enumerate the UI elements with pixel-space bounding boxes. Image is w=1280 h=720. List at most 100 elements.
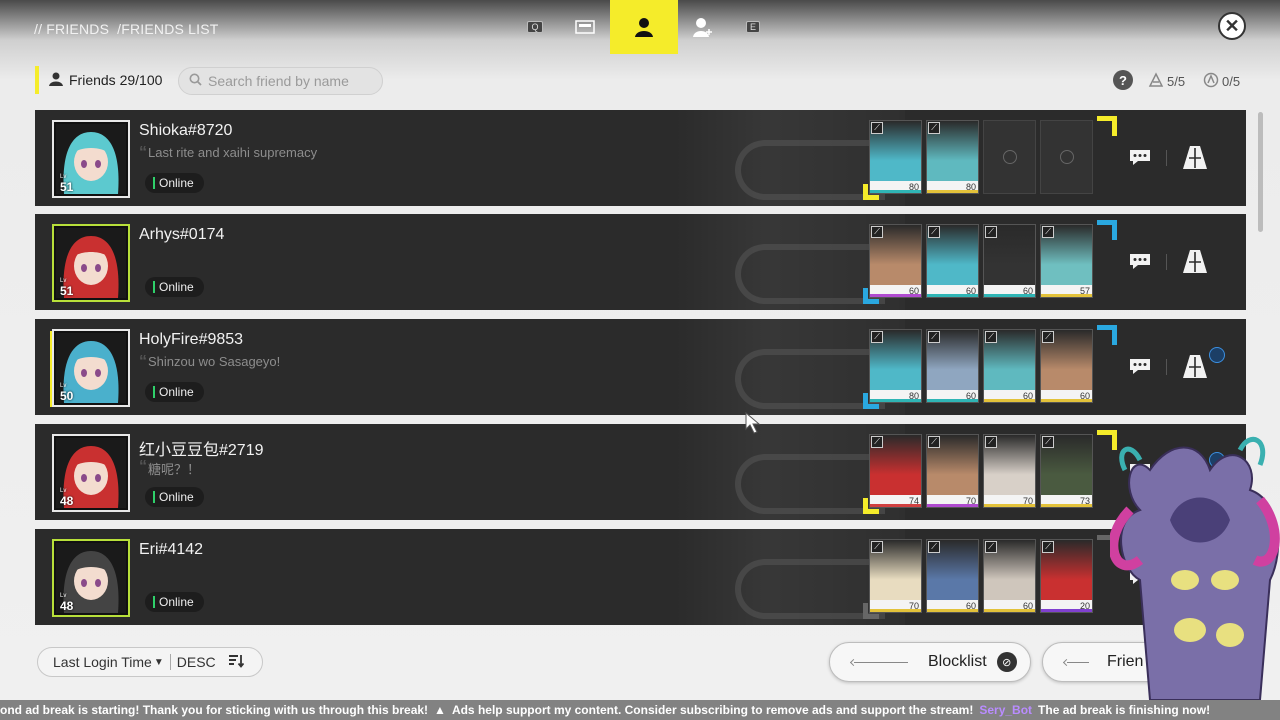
close-button[interactable]: ✕: [1218, 12, 1246, 40]
search-field[interactable]: [178, 67, 383, 95]
support-unit[interactable]: ⟋ 80: [869, 329, 922, 403]
level-badge: Lv 48: [60, 488, 74, 508]
clue-stat: 0/5: [1203, 72, 1240, 91]
corner-accent: [863, 184, 879, 200]
visit-base-icon[interactable]: [1181, 248, 1209, 274]
tab-add-friend[interactable]: [678, 0, 728, 54]
arrow-left-icon: [1067, 661, 1089, 663]
breadcrumb-friends[interactable]: // FRIENDS: [34, 21, 109, 37]
stream-ticker: ond ad break is starting! Thank you for …: [0, 700, 1280, 720]
avatar[interactable]: Lv 48: [52, 434, 130, 512]
friend-row[interactable]: Lv 48 红小豆豆包#2719 “糖呢？！ Online ⟋ 74 ⟋ 70 ⟋ 70 ⟋ 73: [35, 424, 1246, 520]
action-divider: [1166, 254, 1167, 270]
empty-slot-icon: [1059, 150, 1074, 164]
quote-icon: “: [139, 144, 147, 161]
support-unit[interactable]: ⟋ 60: [983, 539, 1036, 613]
blocklist-button[interactable]: Blocklist ⊘: [829, 642, 1031, 682]
add-friend-icon: [693, 18, 712, 37]
support-unit[interactable]: ⟋ 20: [1040, 539, 1093, 613]
tab-prev-key[interactable]: Q: [510, 0, 560, 54]
support-unit[interactable]: ⟋ 60: [926, 329, 979, 403]
level-badge: Lv 50: [60, 383, 74, 403]
class-icon: ⟋: [928, 122, 940, 134]
support-unit[interactable]: ⟋ 60: [1040, 329, 1093, 403]
level-value: 48: [60, 599, 74, 613]
chat-icon[interactable]: [1128, 148, 1152, 166]
tab-card[interactable]: [560, 0, 610, 54]
avatar[interactable]: Lv 48: [52, 539, 130, 617]
chat-icon[interactable]: [1128, 252, 1152, 270]
sort-order[interactable]: DESC: [177, 654, 216, 670]
support-units: ⟋ 70 ⟋ 60 ⟋ 60 ⟋ 20: [869, 539, 1097, 613]
empty-slot-icon: [1002, 150, 1017, 164]
support-unit[interactable]: ⟋ 70: [926, 434, 979, 508]
support-unit[interactable]: ⟋ 60: [869, 224, 922, 298]
support-units: ⟋ 80 ⟋ 80: [869, 120, 1097, 194]
avatar[interactable]: Lv 50: [52, 329, 130, 407]
unit-level: 80: [965, 182, 976, 192]
scrollbar[interactable]: [1258, 112, 1263, 232]
ticker-text-b: Ads help support my content. Consider su…: [451, 703, 974, 717]
class-icon: ⟋: [1042, 541, 1054, 553]
corner-accent: [1097, 116, 1117, 136]
class-icon: ⟋: [871, 122, 883, 134]
action-divider: [1166, 150, 1167, 166]
status-badge: Online: [145, 592, 204, 612]
sort-field[interactable]: Last Login Time: [53, 654, 152, 670]
unit-level: 73: [1079, 496, 1090, 506]
q-key-icon: Q: [527, 21, 543, 33]
support-unit[interactable]: ⟋ 70: [869, 539, 922, 613]
friend-row[interactable]: Lv 48 Eri#4142 Online ⟋ 70 ⟋ 60 ⟋ 60 ⟋ 20: [35, 529, 1246, 625]
status-badge: Online: [145, 382, 204, 402]
support-unit[interactable]: ⟋ 60: [926, 224, 979, 298]
friend-row[interactable]: Lv 51 Shioka#8720 “Last rite and xaihi supr…: [35, 110, 1246, 206]
friend-row[interactable]: Lv 50 HolyFire#9853 “Shinzou wo Sasageyo! On…: [35, 319, 1246, 415]
support-unit[interactable]: ⟋ 60: [983, 329, 1036, 403]
support-unit[interactable]: ⟋ 70: [983, 434, 1036, 508]
sort-control[interactable]: Last Login Time ▼ DESC: [37, 647, 263, 677]
avatar[interactable]: Lv 51: [52, 224, 130, 302]
friends-count-label: Friends 29/100: [69, 72, 163, 88]
support-unit[interactable]: ⟋ 80: [926, 120, 979, 194]
status-badge: Online: [145, 173, 204, 193]
class-icon: ⟋: [928, 226, 940, 238]
status-label: Online: [159, 280, 194, 294]
sort-order-icon[interactable]: [228, 654, 244, 671]
help-button[interactable]: ?: [1113, 70, 1133, 90]
support-unit[interactable]: ⟋ 60: [983, 224, 1036, 298]
visit-base-icon[interactable]: [1181, 353, 1209, 379]
support-unit[interactable]: ⟋ 80: [869, 120, 922, 194]
unit-level: 60: [965, 391, 976, 401]
support-unit[interactable]: ⟋ 73: [1040, 434, 1093, 508]
support-unit[interactable]: ⟋ 74: [869, 434, 922, 508]
support-unit[interactable]: ⟋ 60: [926, 539, 979, 613]
corner-accent: [863, 288, 879, 304]
friend-motto: Last rite and xaihi supremacy: [148, 145, 318, 160]
friend-name: 红小豆豆包#2719: [139, 442, 264, 459]
unit-level: 80: [908, 182, 919, 192]
friend-row[interactable]: Lv 51 Arhys#0174 Online ⟋ 60 ⟋ 60 ⟋ 60 ⟋ 57: [35, 214, 1246, 310]
chat-icon[interactable]: [1128, 357, 1152, 375]
top-bar: // FRIENDS/FRIENDS LIST Q E ✕: [0, 0, 1280, 56]
empty-unit-slot: [983, 120, 1036, 194]
block-icon: ⊘: [996, 652, 1017, 672]
corner-accent: [863, 498, 879, 514]
quote-icon: “: [139, 353, 147, 370]
unit-level: 74: [908, 496, 919, 506]
level-value: 51: [60, 284, 74, 298]
class-icon: ⟋: [871, 541, 883, 553]
unit-level: 80: [908, 391, 919, 401]
tab-friends[interactable]: [610, 0, 678, 54]
friend-name: Shioka#8720: [139, 122, 233, 139]
corner-accent: [1097, 220, 1117, 240]
visit-base-icon[interactable]: [1181, 144, 1209, 170]
avatar[interactable]: Lv 51: [52, 120, 130, 198]
unit-level: 60: [1079, 391, 1090, 401]
support-unit[interactable]: ⟋ 57: [1040, 224, 1093, 298]
tab-next-key[interactable]: E: [728, 0, 778, 54]
corner-accent: [863, 603, 879, 619]
friend-motto: Shinzou wo Sasageyo!: [148, 354, 281, 369]
search-input[interactable]: [208, 73, 378, 89]
friends-count: Friends 29/100: [35, 66, 162, 94]
breadcrumb-friends-list: /FRIENDS LIST: [117, 21, 219, 37]
